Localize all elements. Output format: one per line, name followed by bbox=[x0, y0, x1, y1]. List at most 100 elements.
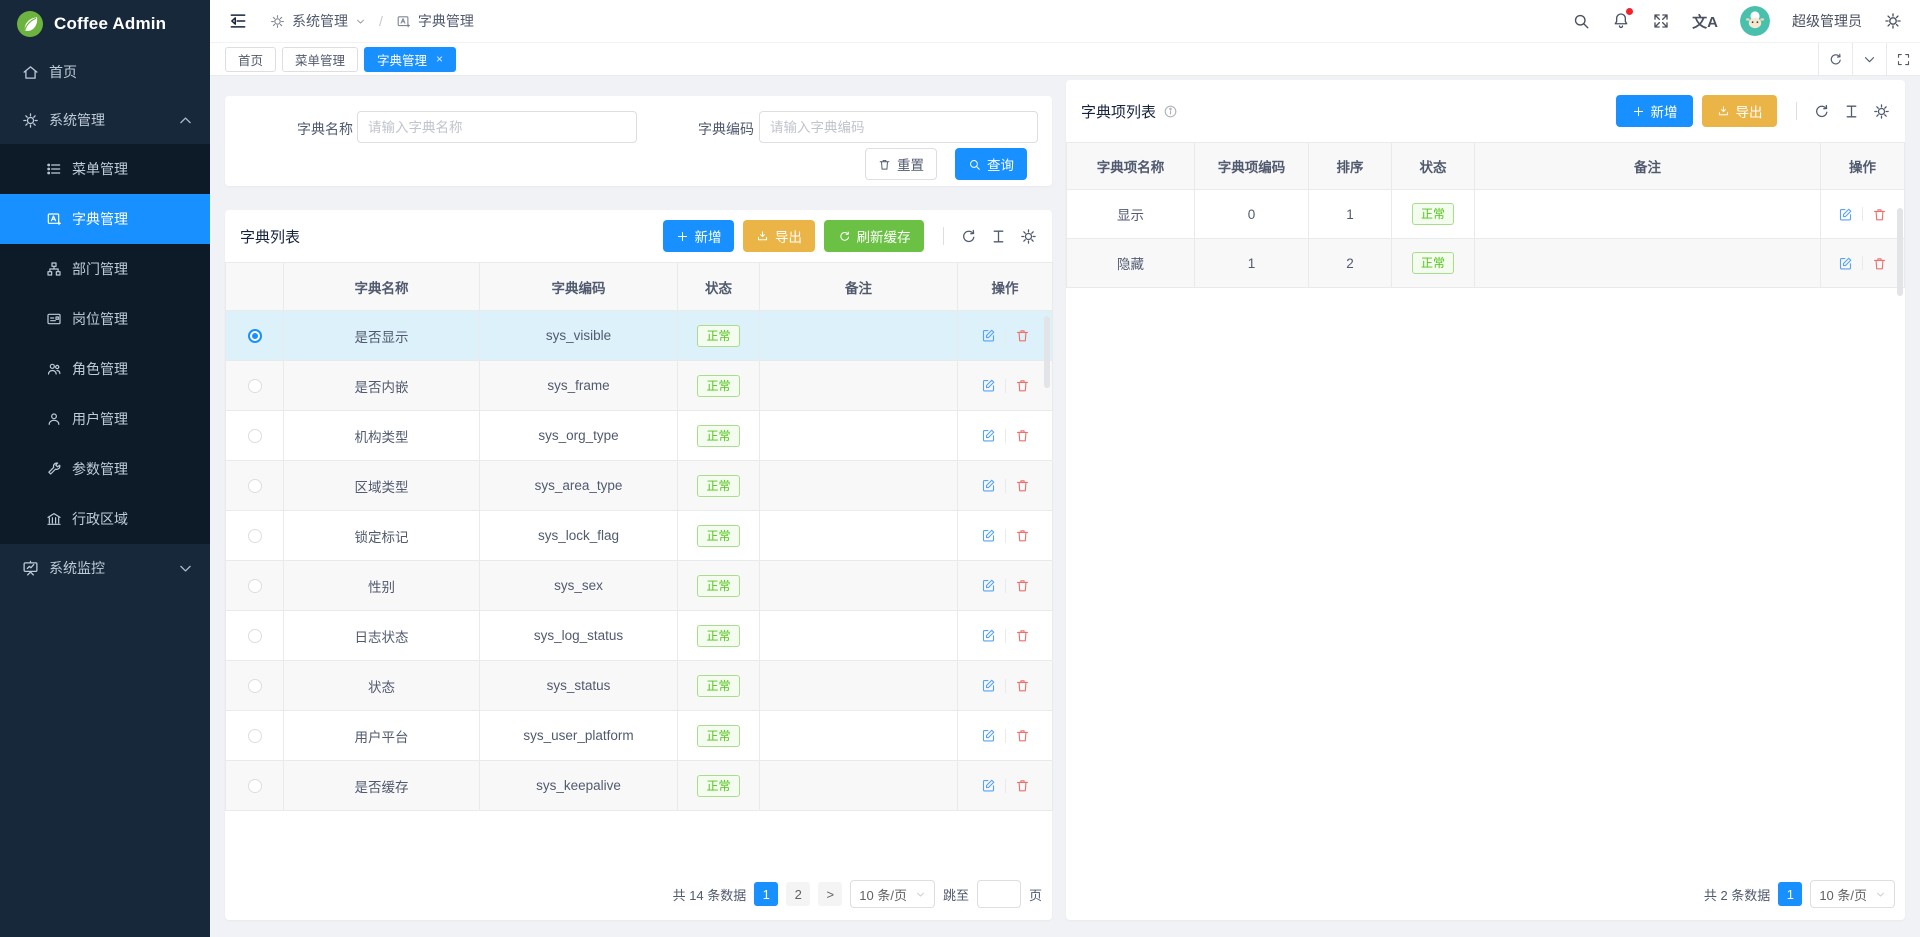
table-row[interactable]: 性别 sys_sex 正常 bbox=[226, 561, 1053, 611]
reload-table-icon[interactable] bbox=[1813, 103, 1830, 120]
column-settings-gear-icon[interactable] bbox=[1873, 103, 1890, 120]
sidebar-item-dict-mgmt[interactable]: 字典管理 bbox=[0, 194, 210, 244]
row-radio[interactable] bbox=[248, 679, 262, 693]
edit-button[interactable] bbox=[1829, 207, 1862, 222]
dict-name-input[interactable] bbox=[357, 111, 637, 143]
delete-button[interactable] bbox=[1863, 256, 1896, 271]
edit-icon bbox=[981, 728, 996, 743]
delete-button[interactable] bbox=[1006, 478, 1039, 493]
table-row[interactable]: 是否显示 sys_visible 正常 bbox=[226, 311, 1053, 361]
edit-button[interactable] bbox=[972, 428, 1005, 443]
row-radio[interactable] bbox=[248, 729, 262, 743]
tab-home[interactable]: 首页 bbox=[225, 47, 276, 72]
sidebar-item-system[interactable]: 系统管理 bbox=[0, 96, 210, 144]
edit-button[interactable] bbox=[972, 728, 1005, 743]
sidebar-item-monitor[interactable]: 系统监控 bbox=[0, 544, 210, 592]
edit-button[interactable] bbox=[972, 628, 1005, 643]
add-dict-button[interactable]: 新增 bbox=[663, 220, 734, 252]
edit-button[interactable] bbox=[1829, 256, 1862, 271]
page-button-1[interactable]: 1 bbox=[1778, 882, 1802, 906]
edit-button[interactable] bbox=[972, 328, 1005, 343]
cell-name: 是否显示 bbox=[284, 311, 480, 361]
row-density-icon[interactable] bbox=[990, 228, 1007, 245]
row-radio[interactable] bbox=[248, 329, 262, 343]
table-row[interactable]: 用户平台 sys_user_platform 正常 bbox=[226, 711, 1053, 761]
column-settings-gear-icon[interactable] bbox=[1020, 228, 1037, 245]
add-dict-item-button[interactable]: 新增 bbox=[1616, 95, 1693, 127]
row-radio[interactable] bbox=[248, 429, 262, 443]
refresh-cache-button[interactable]: 刷新缓存 bbox=[824, 220, 924, 252]
tabs-dropdown-button[interactable] bbox=[1852, 43, 1886, 75]
dict-code-input[interactable] bbox=[759, 111, 1038, 143]
edit-button[interactable] bbox=[972, 778, 1005, 793]
page-button-2[interactable]: 2 bbox=[786, 882, 810, 906]
table-row[interactable]: 是否内嵌 sys_frame 正常 bbox=[226, 361, 1053, 411]
page-button-1[interactable]: 1 bbox=[754, 882, 778, 906]
page-size-select[interactable]: 10 条/页 bbox=[1810, 880, 1895, 908]
avatar[interactable] bbox=[1740, 6, 1770, 36]
table-row[interactable]: 是否缓存 sys_keepalive 正常 bbox=[226, 761, 1053, 811]
reload-table-icon[interactable] bbox=[960, 228, 977, 245]
username[interactable]: 超级管理员 bbox=[1792, 11, 1862, 31]
sidebar-item-user-mgmt[interactable]: 用户管理 bbox=[0, 394, 210, 444]
scrollbar-thumb[interactable] bbox=[1044, 316, 1050, 388]
row-radio[interactable] bbox=[248, 379, 262, 393]
table-row[interactable]: 锁定标记 sys_lock_flag 正常 bbox=[226, 511, 1053, 561]
sidebar-item-menu-mgmt[interactable]: 菜单管理 bbox=[0, 144, 210, 194]
edit-button[interactable] bbox=[972, 528, 1005, 543]
query-button[interactable]: 查询 bbox=[955, 148, 1027, 180]
delete-button[interactable] bbox=[1006, 628, 1039, 643]
scrollbar-thumb[interactable] bbox=[1897, 208, 1903, 296]
settings-gear-icon[interactable] bbox=[1884, 12, 1902, 30]
search-icon[interactable] bbox=[1572, 12, 1590, 30]
table-row[interactable]: 状态 sys_status 正常 bbox=[226, 661, 1053, 711]
sidebar-collapse-icon[interactable] bbox=[228, 11, 248, 31]
table-row[interactable]: 显示 0 1 正常 bbox=[1067, 190, 1905, 239]
fullscreen-icon[interactable] bbox=[1652, 12, 1670, 30]
row-radio[interactable] bbox=[248, 529, 262, 543]
next-page-button[interactable]: > bbox=[818, 882, 842, 906]
edit-button[interactable] bbox=[972, 478, 1005, 493]
info-icon[interactable] bbox=[1163, 104, 1178, 119]
delete-button[interactable] bbox=[1006, 778, 1039, 793]
notifications-button[interactable] bbox=[1612, 11, 1630, 32]
jump-page-input[interactable] bbox=[977, 880, 1021, 908]
sidebar-item-dept-mgmt[interactable]: 部门管理 bbox=[0, 244, 210, 294]
edit-button[interactable] bbox=[972, 578, 1005, 593]
maximize-content-button[interactable] bbox=[1886, 43, 1920, 75]
sidebar-item-post-mgmt[interactable]: 岗位管理 bbox=[0, 294, 210, 344]
refresh-page-button[interactable] bbox=[1818, 43, 1852, 75]
table-row[interactable]: 日志状态 sys_log_status 正常 bbox=[226, 611, 1053, 661]
delete-button[interactable] bbox=[1006, 428, 1039, 443]
delete-button[interactable] bbox=[1006, 328, 1039, 343]
reset-button[interactable]: 重置 bbox=[865, 148, 937, 180]
export-dict-item-button[interactable]: 导出 bbox=[1702, 95, 1777, 127]
tab-menu-mgmt[interactable]: 菜单管理 bbox=[282, 47, 358, 72]
delete-button[interactable] bbox=[1006, 728, 1039, 743]
export-dict-button[interactable]: 导出 bbox=[743, 220, 815, 252]
sidebar-item-role-mgmt[interactable]: 角色管理 bbox=[0, 344, 210, 394]
edit-button[interactable] bbox=[972, 378, 1005, 393]
row-radio[interactable] bbox=[248, 629, 262, 643]
page-size-select[interactable]: 10 条/页 bbox=[850, 880, 935, 908]
tab-dict-mgmt[interactable]: 字典管理 × bbox=[364, 47, 456, 72]
sidebar-item-param-mgmt[interactable]: 参数管理 bbox=[0, 444, 210, 494]
delete-button[interactable] bbox=[1006, 528, 1039, 543]
row-density-icon[interactable] bbox=[1843, 103, 1860, 120]
close-tab-icon[interactable]: × bbox=[436, 52, 443, 66]
row-radio[interactable] bbox=[248, 479, 262, 493]
row-radio[interactable] bbox=[248, 579, 262, 593]
table-row[interactable]: 隐藏 1 2 正常 bbox=[1067, 239, 1905, 288]
delete-button[interactable] bbox=[1006, 578, 1039, 593]
delete-button[interactable] bbox=[1006, 378, 1039, 393]
breadcrumb-section[interactable]: 系统管理 bbox=[292, 11, 348, 31]
sidebar-item-region[interactable]: 行政区域 bbox=[0, 494, 210, 544]
delete-button[interactable] bbox=[1006, 678, 1039, 693]
table-row[interactable]: 机构类型 sys_org_type 正常 bbox=[226, 411, 1053, 461]
language-switch-icon[interactable]: 文A bbox=[1692, 11, 1718, 32]
row-radio[interactable] bbox=[248, 779, 262, 793]
sidebar-item-home[interactable]: 首页 bbox=[0, 48, 210, 96]
table-row[interactable]: 区域类型 sys_area_type 正常 bbox=[226, 461, 1053, 511]
delete-button[interactable] bbox=[1863, 207, 1896, 222]
edit-button[interactable] bbox=[972, 678, 1005, 693]
